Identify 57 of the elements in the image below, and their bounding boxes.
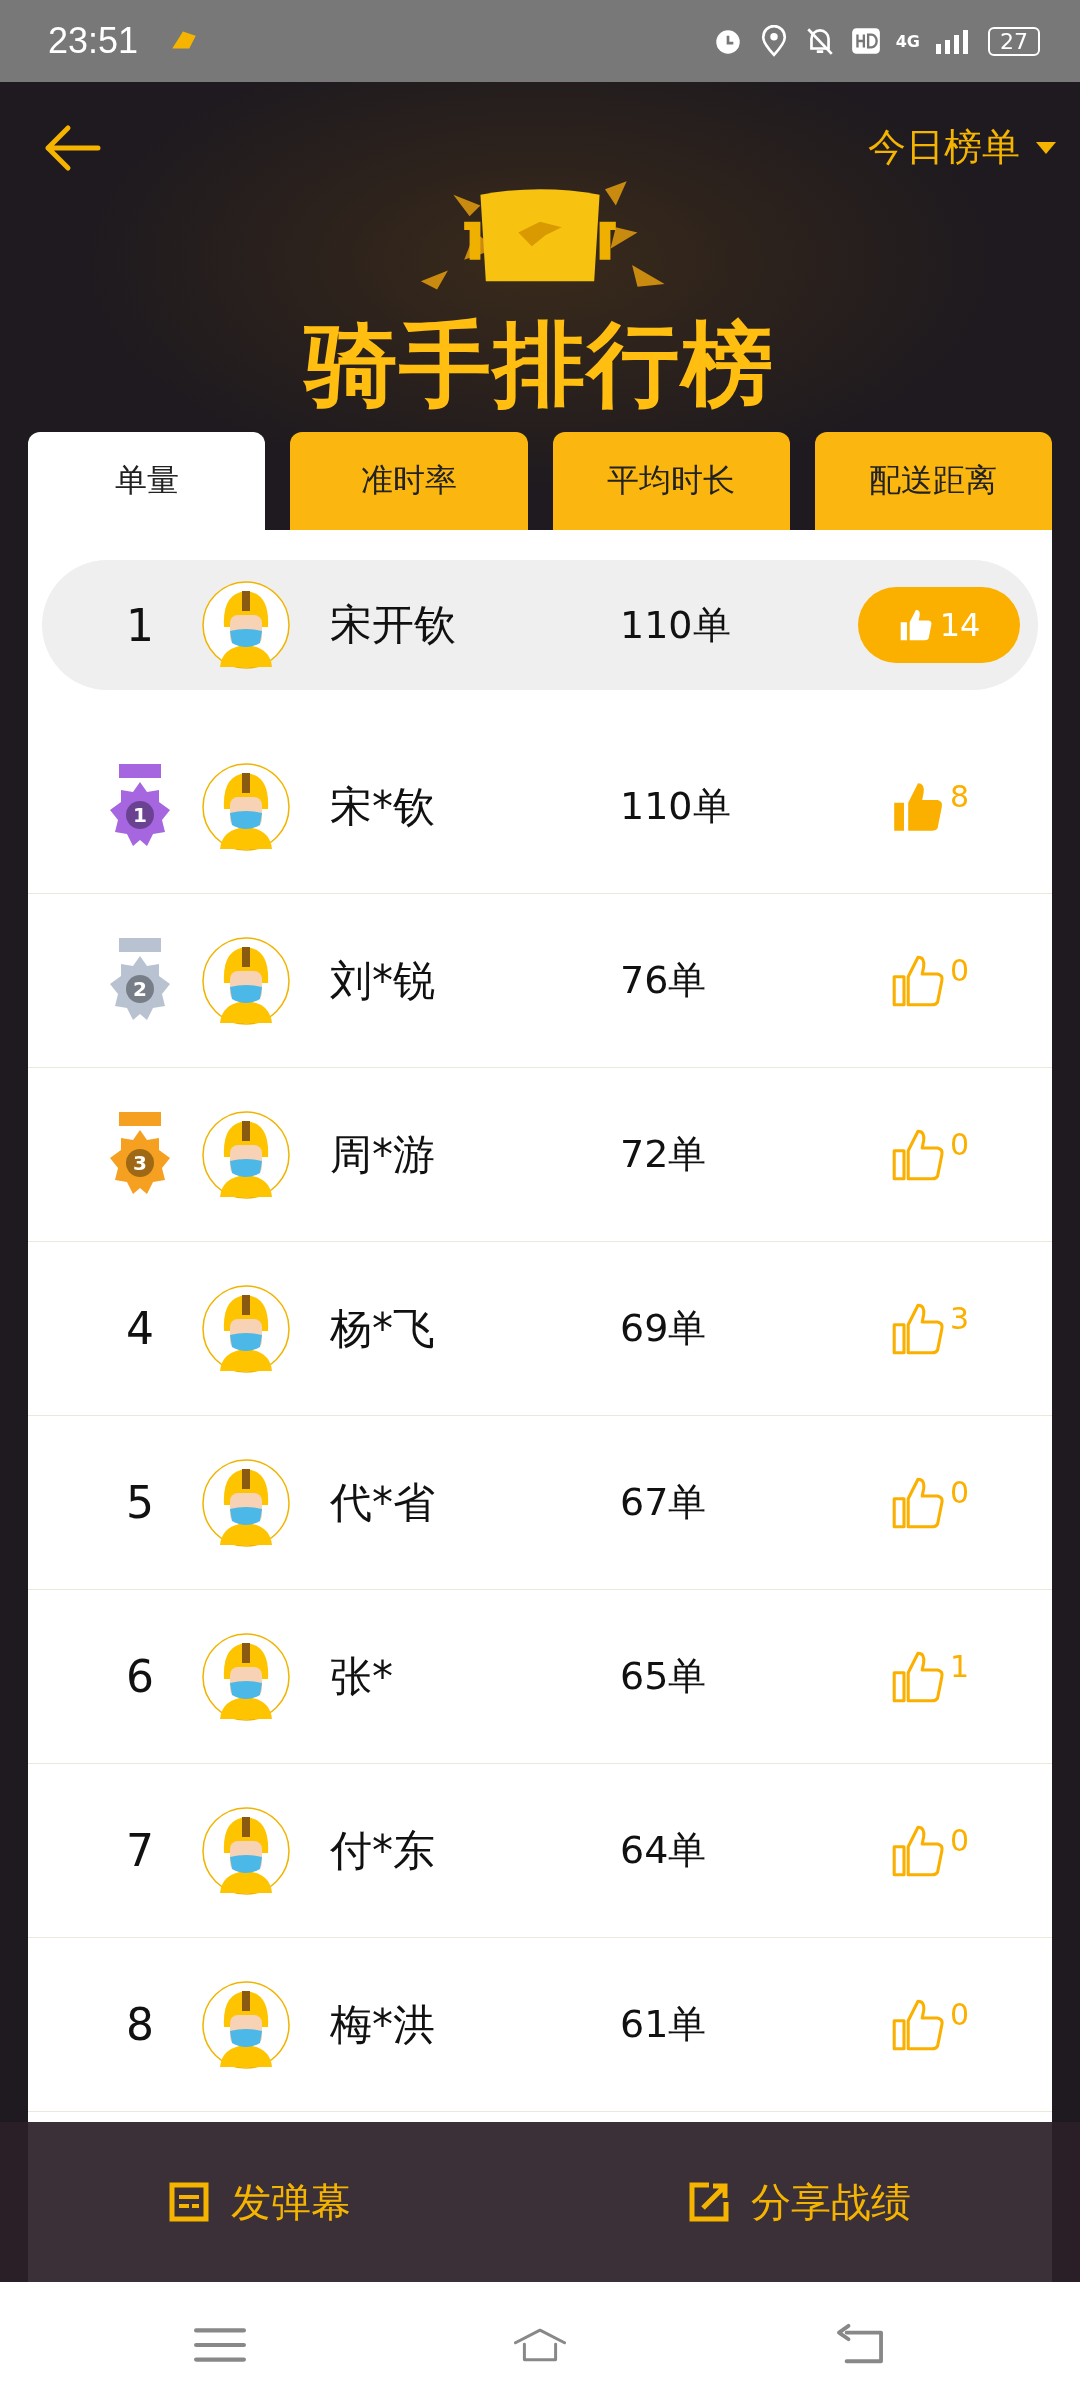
message-box-icon — [169, 2182, 209, 2222]
rider-avatar-icon — [202, 1458, 290, 1547]
rank-number: 1 — [125, 599, 155, 651]
rider-avatar-icon — [202, 1110, 290, 1199]
tab[interactable]: 平均时长 — [552, 432, 790, 530]
period-dropdown[interactable]: 今日榜单 — [868, 122, 1056, 173]
send-danmaku-button[interactable]: 发弹幕 — [163, 2173, 357, 2231]
order-count: 61单 — [620, 2001, 708, 2048]
rider-name: 梅*洪 — [329, 1998, 436, 2051]
like-button[interactable]: 0 — [850, 1822, 970, 1879]
rider-name: 周*游 — [329, 1128, 436, 1181]
rider-avatar-icon — [202, 1980, 290, 2069]
like-button[interactable]: 8 — [850, 778, 970, 835]
rider-name: 宋*钦 — [329, 780, 436, 833]
rider-name: 杨*飞 — [329, 1302, 436, 1355]
tab[interactable]: 配送距离 — [814, 432, 1052, 530]
caret-icon — [1036, 141, 1056, 154]
share-icon — [689, 2182, 729, 2222]
hd-icon — [849, 25, 882, 57]
rank-number: 7 — [125, 1825, 155, 1876]
leaderboard-title: 骑手排行榜 — [302, 310, 776, 420]
like-button[interactable]: 0 — [850, 1996, 970, 2053]
rider-name: 刘*锐 — [329, 954, 436, 1007]
network-type: 4G — [895, 31, 920, 51]
order-count: 110单 — [620, 601, 732, 649]
rank-number: 8 — [125, 1999, 155, 2050]
rank-number: 5 — [125, 1477, 155, 1528]
rider-name: 张* — [329, 1650, 394, 1703]
share-button[interactable]: 分享战绩 — [683, 2173, 917, 2231]
order-count: 76单 — [620, 957, 708, 1004]
order-count: 67单 — [620, 1479, 708, 1526]
like-button[interactable]: 3 — [850, 1300, 970, 1357]
order-count: 64单 — [620, 1827, 708, 1874]
order-count: 72单 — [620, 1131, 708, 1178]
rank-number: 6 — [125, 1651, 155, 1702]
tab[interactable]: 准时率 — [290, 432, 528, 530]
rider-avatar-icon — [202, 581, 290, 669]
rider-avatar-icon — [202, 936, 290, 1025]
battery-indicator: 27 — [988, 26, 1040, 56]
order-count: 65单 — [620, 1653, 708, 1700]
rider-avatar-icon — [202, 1284, 290, 1373]
status-time: 23:51 — [48, 20, 139, 62]
rider-avatar-icon — [202, 762, 290, 851]
like-button[interactable]: 1 — [850, 1648, 970, 1705]
rider-name: 付*东 — [329, 1824, 436, 1877]
like-button[interactable]: 0 — [850, 1126, 970, 1183]
rank-number: 4 — [125, 1303, 155, 1354]
rider-name: 宋开钦 — [329, 599, 457, 651]
order-count: 69单 — [620, 1305, 708, 1352]
like-button[interactable]: 0 — [850, 1474, 970, 1531]
rider-avatar-icon — [202, 1632, 290, 1721]
rider-avatar-icon — [202, 1806, 290, 1895]
like-count-button[interactable]: 14 — [858, 587, 1020, 663]
order-count: 110单 — [620, 783, 732, 830]
rider-name: 代*省 — [329, 1476, 436, 1529]
tab[interactable]: 单量 — [28, 432, 266, 530]
like-button[interactable]: 0 — [850, 952, 970, 1009]
